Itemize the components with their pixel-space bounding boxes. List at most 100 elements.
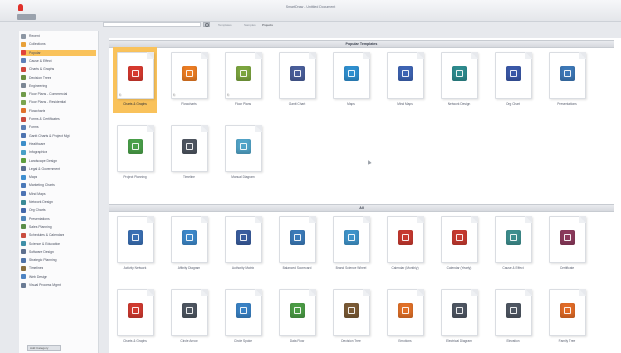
template-tile[interactable]: Mind Maps bbox=[383, 47, 427, 113]
template-tile[interactable]: Calendar (Yearly) bbox=[437, 211, 481, 277]
sidebar-item-cause-effect[interactable]: Cause & Effect bbox=[21, 58, 96, 64]
template-tile[interactable]: ⎘ Floor Plans bbox=[221, 47, 265, 113]
sidebar-item-label: Software Design bbox=[29, 249, 54, 254]
template-tile[interactable]: Family Tree bbox=[545, 284, 589, 350]
document-thumbnail bbox=[387, 216, 424, 263]
sidebar-item-web-design[interactable]: Web Design bbox=[21, 274, 96, 280]
sidebar-item-floor-plans-residential[interactable]: Floor Plans - Residential bbox=[21, 99, 96, 105]
sidebar-item-charts-graphs[interactable]: Charts & Graphs bbox=[21, 66, 96, 72]
template-tile-label: Calendar (Monthly) bbox=[391, 266, 419, 270]
gantt-icon bbox=[21, 133, 26, 139]
search-icon[interactable] bbox=[203, 22, 210, 27]
template-tile-label: Timeline bbox=[183, 175, 195, 179]
health-icon bbox=[21, 141, 26, 147]
document-thumbnail bbox=[279, 52, 316, 99]
template-tile[interactable]: ⎘ Flowcharts bbox=[167, 47, 211, 113]
sidebar-item-label: Landscape Design bbox=[29, 158, 58, 163]
sidebar-item-timelines[interactable]: Timelines bbox=[21, 265, 96, 271]
template-tile[interactable]: Charts & Graphs bbox=[113, 284, 157, 350]
sidebar-item-forms[interactable]: Forms bbox=[21, 124, 96, 130]
window-title: SmartDraw - Untitled Document bbox=[285, 5, 336, 9]
sidebar-item-mind-maps[interactable]: Mind Maps bbox=[21, 191, 96, 197]
template-tile[interactable]: Data Flow bbox=[275, 284, 319, 350]
sidebar-item-floor-plans-commercial[interactable]: Floor Plans - Commercial bbox=[21, 91, 96, 97]
sidebar-item-recent[interactable]: Recent bbox=[21, 33, 96, 39]
sidebar-item-flowcharts[interactable]: Flowcharts bbox=[21, 108, 96, 114]
template-tile[interactable]: Electrical Diagram bbox=[437, 284, 481, 350]
sidebar-item-visual-process-mgmt[interactable]: Visual Process Mgmt bbox=[21, 282, 96, 288]
template-tile[interactable]: Org Chart bbox=[491, 47, 535, 113]
template-tile[interactable]: Elevation bbox=[491, 284, 535, 350]
sidebar-item-strategic-planning[interactable]: Strategic Planning bbox=[21, 257, 96, 263]
template-tile-label: Decision Tree bbox=[341, 339, 361, 343]
sidebar-item-label: Mind Maps bbox=[29, 191, 46, 196]
sidebar-item-org-charts[interactable]: Org Charts bbox=[21, 207, 96, 213]
template-tile[interactable]: Project Planning bbox=[113, 120, 157, 186]
calendar-year-icon bbox=[452, 230, 467, 245]
template-tile[interactable]: Cause & Effect bbox=[491, 211, 535, 277]
app-menu-button[interactable] bbox=[17, 14, 36, 20]
document-thumbnail bbox=[333, 52, 370, 99]
marketing-icon bbox=[21, 182, 26, 188]
template-tile[interactable]: Circle Arrow bbox=[167, 284, 211, 350]
template-tile-label: Circle Spoke bbox=[233, 339, 253, 343]
template-tile[interactable]: Affinity Diagram bbox=[167, 211, 211, 277]
sidebar-item-software-design[interactable]: Software Design bbox=[21, 249, 96, 255]
sidebar-item-popular[interactable]: Popular bbox=[21, 49, 96, 56]
template-tile[interactable]: Circle Spoke bbox=[221, 284, 265, 350]
dataflow-icon bbox=[290, 303, 305, 318]
software-icon bbox=[21, 249, 26, 255]
sidebar-item-collections[interactable]: Collections bbox=[21, 41, 96, 47]
template-tile[interactable]: Decision Tree bbox=[329, 284, 373, 350]
sidebar-item-marketing-charts[interactable]: Marketing Charts bbox=[21, 182, 96, 188]
orgchart-icon bbox=[21, 207, 26, 213]
family-tree-icon bbox=[560, 303, 575, 318]
template-tile[interactable]: Authority Matrix bbox=[221, 211, 265, 277]
strategy-icon bbox=[21, 257, 26, 263]
filter-projects[interactable]: Projects bbox=[262, 23, 273, 27]
sidebar-item-landscape-design[interactable]: Landscape Design bbox=[21, 158, 96, 164]
sidebar-item-network-design[interactable]: Network Design bbox=[21, 199, 96, 205]
sidebar-item-gantt-charts-project-mgt[interactable]: Gantt Charts & Project Mgt bbox=[21, 133, 96, 139]
template-tile[interactable]: Maps bbox=[329, 47, 373, 113]
template-tile-label: Electrical Diagram bbox=[446, 339, 472, 343]
template-tile[interactable]: Brand Science Wheel bbox=[329, 211, 373, 277]
sidebar-item-healthcare[interactable]: Healthcare bbox=[21, 141, 96, 147]
document-thumbnail bbox=[441, 216, 478, 263]
sidebar-item-sales-planning[interactable]: Sales Planning bbox=[21, 224, 96, 230]
sidebar-item-presentations[interactable]: Presentations bbox=[21, 216, 96, 222]
template-tile[interactable]: Manual Diagram bbox=[221, 120, 265, 186]
template-tile[interactable]: Activity Network bbox=[113, 211, 157, 277]
star-icon bbox=[21, 41, 26, 47]
sidebar-item-engineering[interactable]: Engineering bbox=[21, 83, 96, 89]
template-tile[interactable]: Gantt Chart bbox=[275, 47, 319, 113]
template-tile[interactable]: Timeline bbox=[167, 120, 211, 186]
sidebar-item-label: Forms & Certificates bbox=[29, 117, 60, 121]
template-tile[interactable]: Network Design bbox=[437, 47, 481, 113]
sidebar-item-legal-government[interactable]: Legal & Government bbox=[21, 166, 96, 172]
filter-templates[interactable]: Templates bbox=[218, 23, 232, 27]
sidebar-item-forms-certificates[interactable]: Forms & Certificates bbox=[21, 116, 96, 122]
sidebar-item-schedules-calendars[interactable]: Schedules & Calendars bbox=[21, 232, 96, 238]
sidebar-item-maps[interactable]: Maps bbox=[21, 174, 96, 180]
sidebar-item-label: Floor Plans - Commercial bbox=[29, 92, 68, 97]
add-category-button[interactable]: Add Category bbox=[27, 345, 61, 351]
template-tile[interactable]: ⎘ Charts & Graphs bbox=[113, 47, 157, 113]
sidebar-item-decision-trees[interactable]: Decision Trees bbox=[21, 75, 96, 81]
search-input[interactable] bbox=[103, 22, 201, 27]
sidebar-item-label: Presentations bbox=[29, 216, 50, 221]
document-thumbnail bbox=[387, 52, 424, 99]
filter-samples[interactable]: Samples bbox=[244, 23, 256, 27]
template-tile[interactable]: Certificate bbox=[545, 211, 589, 277]
template-tile[interactable]: Calendar (Monthly) bbox=[383, 211, 427, 277]
flowchart-icon bbox=[21, 108, 26, 114]
template-tile-label: Circle Arrow bbox=[180, 339, 198, 343]
template-tile[interactable]: Emotions bbox=[383, 284, 427, 350]
template-tile-label: Family Tree bbox=[558, 339, 576, 343]
title-bar: SmartDraw - Untitled Document bbox=[0, 0, 621, 22]
document-thumbnail bbox=[225, 52, 262, 99]
sidebar-item-science-education[interactable]: Science & Education bbox=[21, 241, 96, 247]
sidebar-item-infographics[interactable]: Infographics bbox=[21, 149, 96, 155]
template-tile[interactable]: Presentations bbox=[545, 47, 589, 113]
template-tile[interactable]: Balanced Scorecard bbox=[275, 211, 319, 277]
